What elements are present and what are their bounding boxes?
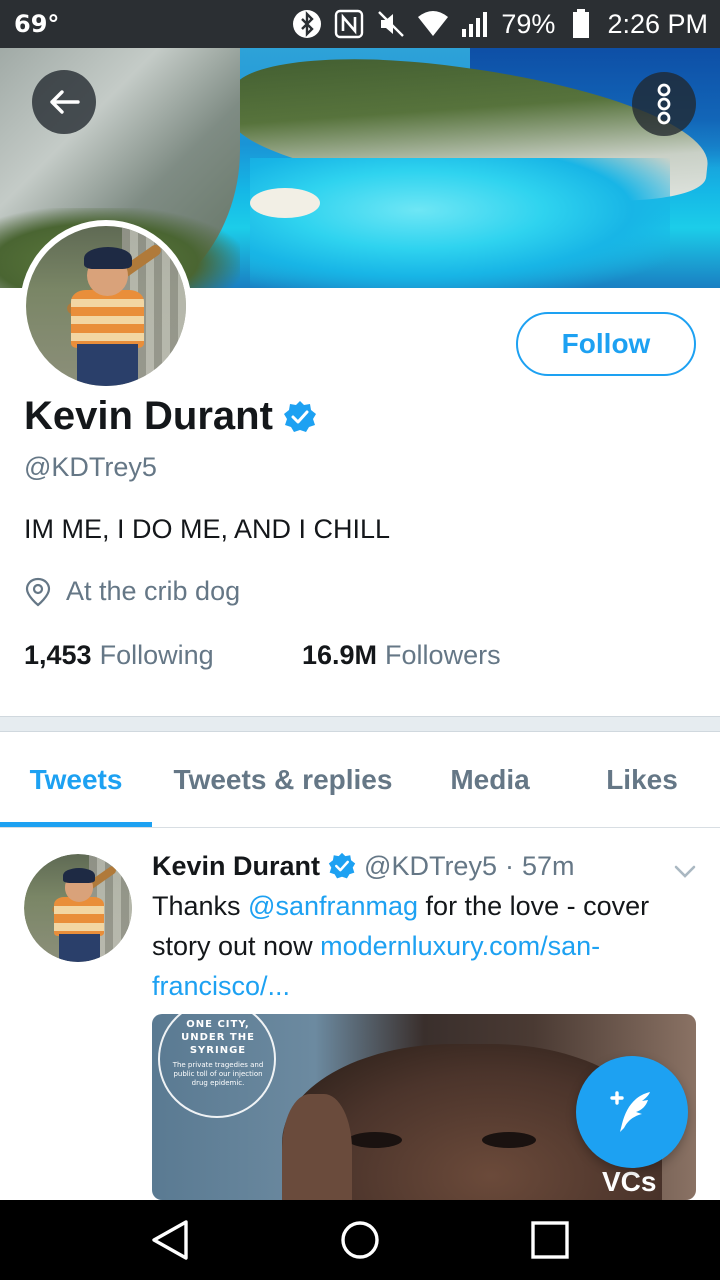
tweet-avatar-photo bbox=[24, 854, 132, 962]
cover-eye-left bbox=[348, 1132, 402, 1148]
location-pin-icon bbox=[25, 577, 51, 606]
tab-media[interactable]: Media bbox=[414, 732, 566, 828]
more-vertical-icon bbox=[657, 83, 671, 125]
verified-badge-icon bbox=[283, 400, 316, 432]
cover-eye-right bbox=[482, 1132, 536, 1148]
profile-location: At the crib dog bbox=[24, 576, 240, 607]
circle-home-icon bbox=[341, 1221, 379, 1259]
tweet-text: Thanks @sanfranmag for the love - cover … bbox=[152, 886, 692, 1006]
status-temperature: 69° bbox=[14, 10, 60, 38]
profile-stats: 1,453 Following 16.9M Followers bbox=[24, 640, 501, 671]
signal-icon bbox=[459, 8, 491, 40]
nav-home-button[interactable] bbox=[338, 1218, 382, 1262]
bluetooth-icon bbox=[291, 8, 323, 40]
avatar-shirt bbox=[54, 897, 104, 937]
cover-side-text: VCs bbox=[602, 1166, 657, 1197]
compose-feather-icon bbox=[610, 1091, 650, 1132]
tweet-text-start: Thanks bbox=[152, 891, 249, 921]
nav-back-button[interactable] bbox=[148, 1218, 192, 1262]
tweet-avatar[interactable] bbox=[24, 854, 132, 962]
wifi-icon bbox=[417, 8, 449, 40]
following-count: 1,453 bbox=[24, 640, 92, 670]
nav-recents-button[interactable] bbox=[528, 1218, 572, 1262]
system-navigation-bar bbox=[0, 1200, 720, 1280]
verified-badge-icon bbox=[328, 852, 356, 879]
cover-hand bbox=[282, 1094, 352, 1200]
section-divider bbox=[0, 716, 720, 732]
status-time: 2:26 PM bbox=[607, 8, 708, 39]
follow-button[interactable]: Follow bbox=[516, 312, 696, 376]
avatar-cap bbox=[83, 246, 132, 270]
avatar-cap bbox=[62, 868, 96, 884]
following-stat[interactable]: 1,453 Following bbox=[24, 640, 302, 671]
mute-icon bbox=[375, 8, 407, 40]
profile-name-row: Kevin Durant bbox=[24, 394, 317, 439]
cover-subhead: The private tragedies and public toll of… bbox=[172, 1061, 264, 1087]
avatar-jeans bbox=[77, 344, 138, 386]
nfc-icon bbox=[333, 8, 365, 40]
avatar-photo bbox=[26, 226, 186, 386]
battery-icon bbox=[565, 8, 597, 40]
tab-likes[interactable]: Likes bbox=[566, 732, 718, 828]
header-beach bbox=[250, 188, 320, 218]
chevron-down-icon[interactable] bbox=[672, 858, 698, 884]
status-icons: 79% 2:26 PM bbox=[291, 8, 708, 40]
cover-blurb: ONE CITY, UNDER THE SYRINGE The private … bbox=[166, 1018, 270, 1088]
following-label: Following bbox=[99, 640, 214, 670]
tweet-header: Kevin Durant @KDTrey5 · 57m bbox=[152, 848, 575, 884]
compose-tweet-button[interactable] bbox=[576, 1056, 688, 1168]
tab-tweets-and-replies[interactable]: Tweets & replies bbox=[152, 732, 414, 828]
arrow-left-icon bbox=[50, 90, 80, 114]
tweet-author-name[interactable]: Kevin Durant bbox=[152, 851, 320, 882]
header-cove bbox=[250, 158, 670, 288]
profile-tabs: Tweets Tweets & replies Media Likes bbox=[0, 732, 720, 828]
square-recents-icon bbox=[531, 1221, 569, 1259]
followers-label: Followers bbox=[385, 640, 501, 670]
profile-bio: IM ME, I DO ME, AND I CHILL bbox=[24, 514, 391, 544]
triangle-back-icon bbox=[152, 1220, 188, 1260]
more-options-button[interactable] bbox=[632, 72, 696, 136]
tweet-author-handle: @KDTrey5 bbox=[364, 850, 497, 881]
battery-percent: 79% bbox=[501, 8, 556, 39]
avatar-jeans bbox=[58, 933, 100, 962]
location-text: At the crib dog bbox=[66, 576, 241, 606]
profile-handle: @KDTrey5 bbox=[24, 452, 157, 482]
active-tab-indicator bbox=[0, 822, 152, 827]
tweet-separator: · bbox=[504, 850, 514, 881]
followers-stat[interactable]: 16.9M Followers bbox=[302, 640, 501, 671]
avatar-shirt bbox=[70, 290, 145, 348]
profile-avatar[interactable] bbox=[20, 220, 192, 392]
back-button[interactable] bbox=[32, 70, 96, 134]
profile-name: Kevin Durant bbox=[24, 394, 273, 438]
tweet-timestamp: 57m bbox=[521, 850, 575, 881]
tweet-mention-link[interactable]: @sanfranmag bbox=[248, 891, 418, 921]
tab-tweets[interactable]: Tweets bbox=[0, 732, 152, 828]
status-bar: 69° 79% 2:26 PM bbox=[0, 0, 720, 48]
cover-headline: ONE CITY, UNDER THE SYRINGE bbox=[181, 1019, 255, 1056]
followers-count: 16.9M bbox=[302, 640, 378, 670]
